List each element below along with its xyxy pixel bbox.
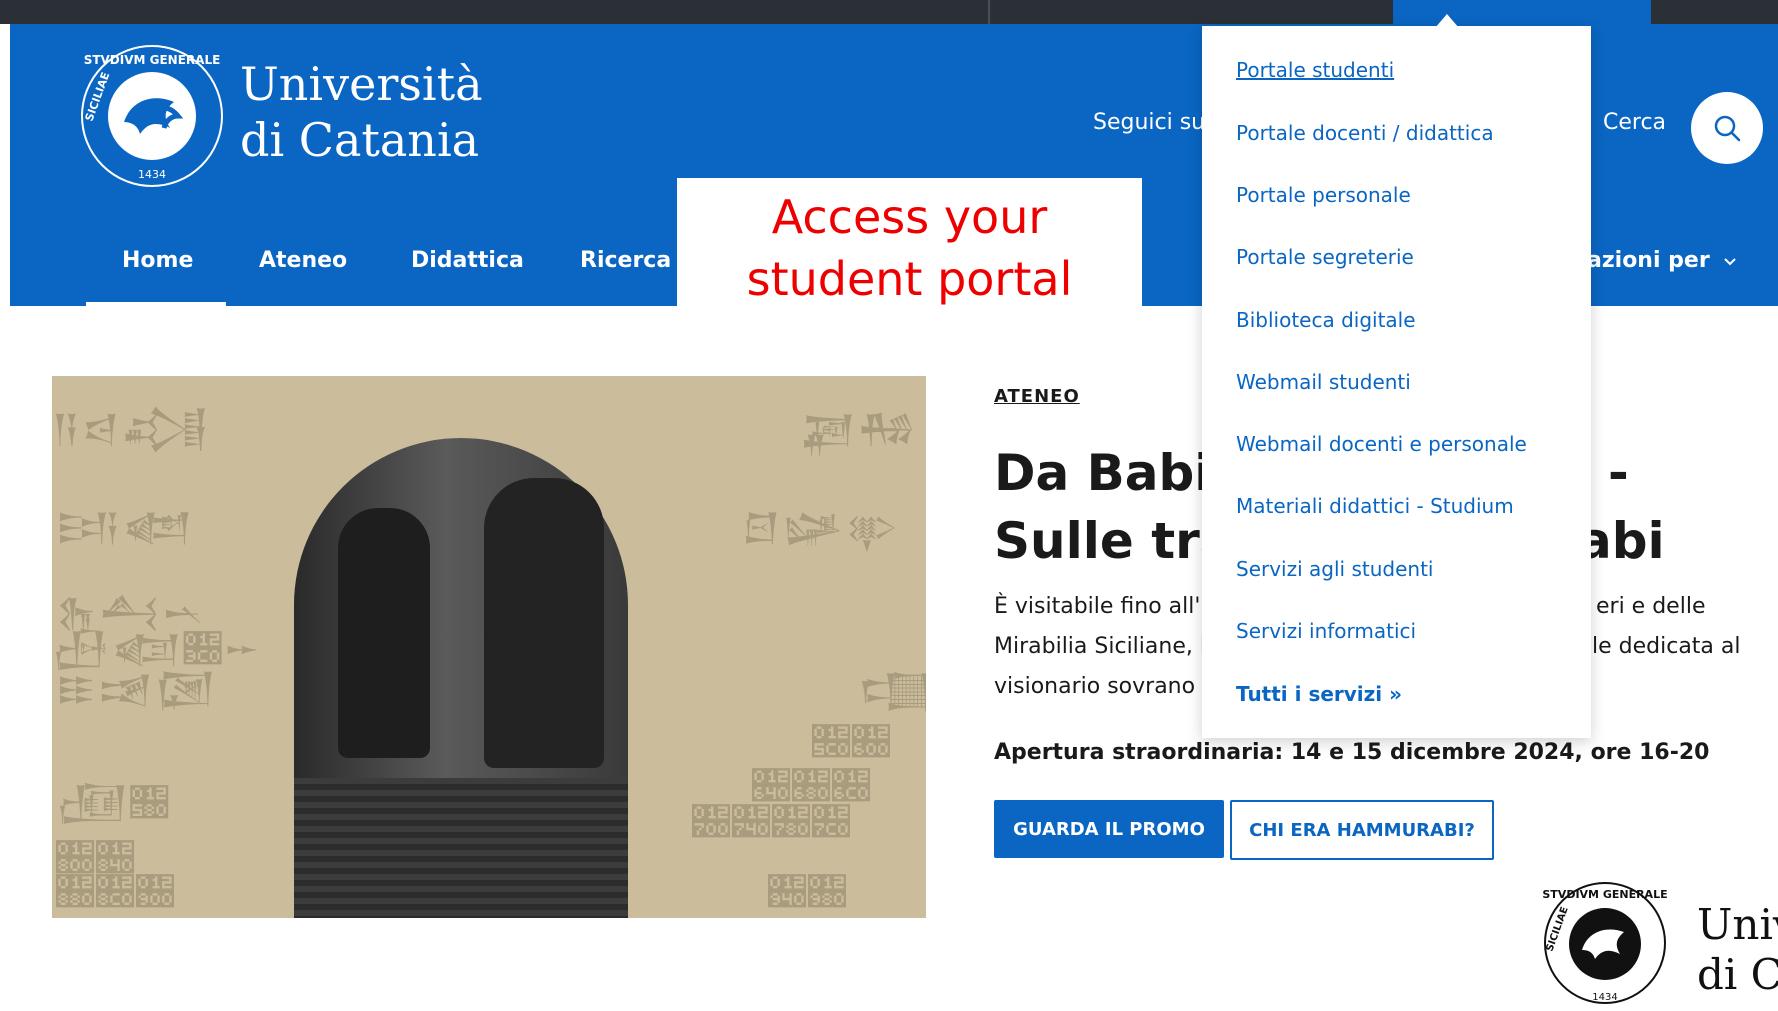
stele-inscription-bands [294, 778, 628, 918]
nav-item-ateneo[interactable]: Ateneo [259, 248, 347, 273]
nav-active-indicator [86, 302, 226, 306]
cuneiform-decoration: 𒥀𒦀 [768, 870, 848, 914]
dropdown-item-portale-studenti[interactable]: Portale studenti [1236, 58, 1394, 82]
article-body-line1-right: eri e delle [1596, 594, 1706, 619]
cuneiform-decoration: 𒅀𒆀 [56, 505, 195, 549]
topbar-active-tab[interactable] [1393, 0, 1651, 24]
search-label[interactable]: Cerca [1603, 110, 1666, 135]
cuneiform-decoration: 𒇀𒈀𒉀 [742, 505, 901, 549]
article-title-line1-right[interactable]: - [1608, 444, 1629, 502]
article-category[interactable]: ATENEO [994, 386, 1080, 407]
dropdown-item-portale-docenti[interactable]: Portale docenti / didattica [1236, 121, 1494, 145]
brand-line-1: Università [240, 57, 483, 111]
dropdown-item-tutti-i-servizi[interactable]: Tutti i servizi » [1236, 682, 1402, 706]
university-seal-logo[interactable]: STVDIVM GENERALE SICILIAE 1434 [78, 42, 226, 190]
cuneiform-decoration: 𒑀𒒀𒓀 [56, 667, 218, 711]
footer-seal-text-left: SICILIAE [1544, 905, 1570, 953]
article-title-line2-left[interactable]: Sulle tra [994, 512, 1234, 570]
footer-brand-name: Univ di C [1697, 900, 1778, 1000]
stele-figure-standing [338, 508, 430, 758]
hero-image-hammurabi-stele[interactable]: 𒀀𒁀𒂀 𒃀𒄀 𒅀𒆀 𒇀𒈀𒉀 𒊀𒋀𒌀 𒍀𒎀𒏀𒐀 𒑀𒒀𒓀 𒔀 𒕀𒖀 𒗀𒘀 𒙀𒚀𒛀 𒜀… [52, 376, 926, 918]
dropdown-item-portale-personale[interactable]: Portale personale [1236, 183, 1411, 207]
stele-figure-seated [484, 478, 604, 768]
social-follow-label[interactable]: Seguici su [1093, 110, 1205, 135]
dropdown-item-servizi-studenti[interactable]: Servizi agli studenti [1236, 557, 1433, 581]
nav-item-ricerca[interactable]: Ricerca [580, 248, 671, 273]
dropdown-caret [1435, 14, 1459, 28]
cuneiform-decoration: 𒗀𒘀 [812, 720, 892, 764]
chevron-down-icon [1724, 258, 1737, 266]
seal-text-left: SICILIAE [83, 70, 113, 123]
footer-seal-year: 1434 [1592, 992, 1617, 1003]
watch-promo-button[interactable]: GUARDA IL PROMO [994, 800, 1224, 858]
dropdown-item-webmail-docenti[interactable]: Webmail docenti e personale [1236, 432, 1527, 456]
event-opening-hours: Apertura straordinaria: 14 e 15 dicembre… [994, 740, 1710, 765]
nav-item-didattica[interactable]: Didattica [411, 248, 524, 273]
dropdown-item-biblioteca-digitale[interactable]: Biblioteca digitale [1236, 308, 1416, 332]
dropdown-item-portale-segreterie[interactable]: Portale segreterie [1236, 245, 1414, 269]
footer-seal-text-top: STVDIVM GENERALE [1542, 888, 1667, 901]
top-utility-bar [0, 0, 1778, 24]
article-body-line1-left: È visitabile fino all' [994, 594, 1201, 619]
cuneiform-decoration: 𒕀𒖀 [56, 781, 171, 825]
footer-seal-logo: STVDIVM GENERALE SICILIAE 1434 [1542, 882, 1668, 1004]
dropdown-item-materiali-didattici[interactable]: Materiali didattici - Studium [1236, 494, 1514, 518]
callout-line-2: student portal [746, 252, 1073, 306]
dropdown-item-servizi-informatici[interactable]: Servizi informatici [1236, 619, 1416, 643]
callout-line-1: Access your [771, 190, 1048, 244]
cuneiform-decoration: 𒢀𒣀𒤀 [56, 870, 176, 914]
topbar-divider [988, 0, 990, 24]
stele-sculpture [294, 438, 628, 918]
portal-services-dropdown: Portale studenti Portale docenti / didat… [1202, 14, 1591, 738]
footer-brand-line-1: Univ [1697, 900, 1778, 949]
brand-line-2: di Catania [240, 113, 480, 167]
article-title-line2-right[interactable]: abi [1578, 512, 1665, 570]
cuneiform-decoration: 𒃀𒄀 [800, 407, 918, 451]
annotation-callout: Access your student portal [677, 178, 1142, 318]
article-body-line2-left: Mirabilia Siciliane, l [994, 634, 1206, 659]
footer-brand-line-2: di C [1697, 950, 1778, 999]
azioni-label: azioni per [1587, 248, 1710, 273]
brand-name[interactable]: Università di Catania [240, 56, 483, 168]
cuneiform-decoration: 𒔀 [858, 667, 926, 711]
dropdown-item-webmail-studenti[interactable]: Webmail studenti [1236, 370, 1411, 394]
nav-item-home[interactable]: Home [122, 248, 193, 273]
seal-text-top: STVDIVM GENERALE [84, 53, 221, 67]
seal-year: 1434 [138, 168, 166, 181]
search-button[interactable] [1691, 92, 1763, 164]
cuneiform-decoration: 𒜀𒝀𒞀𒟀 [692, 800, 852, 844]
article-body-line3-left: visionario sovrano [994, 674, 1196, 699]
article-body-line2-right: le dedicata al [1592, 634, 1741, 659]
cuneiform-decoration: 𒀀𒁀𒂀 [52, 407, 211, 451]
who-was-hammurabi-button[interactable]: CHI ERA HAMMURABI? [1230, 800, 1494, 860]
nav-item-informazioni-per[interactable]: azioni per [1587, 248, 1737, 273]
article-title-line1-left[interactable]: Da Babil [994, 444, 1229, 502]
search-icon [1714, 115, 1741, 142]
